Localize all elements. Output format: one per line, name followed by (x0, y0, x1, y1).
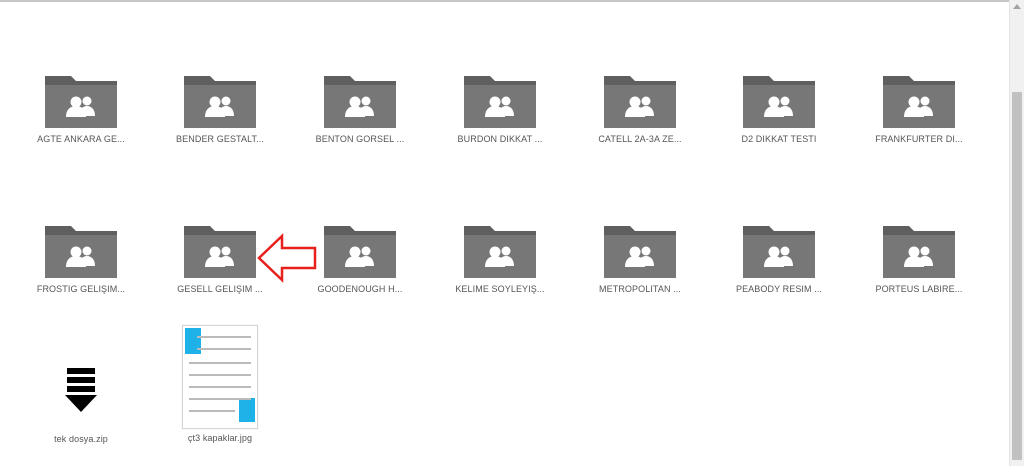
shared-folder-icon (604, 76, 676, 128)
file-grid: AGTE ANKARA GE... BENDER GESTALT... BENT… (0, 0, 1010, 466)
folder-item[interactable]: PEABODY RESIM ... (709, 224, 849, 294)
folder-label: AGTE ANKARA GE... (37, 134, 125, 144)
shared-folder-icon (883, 76, 955, 128)
folder-item[interactable]: BENDER GESTALT... (150, 74, 290, 144)
folder-label: D2 DIKKAT TESTI (741, 134, 817, 144)
image-thumbnail (182, 325, 258, 429)
vertical-scrollbar[interactable] (1009, 0, 1024, 466)
shared-folder-icon (45, 226, 117, 278)
folder-label: BENTON GORSEL ... (315, 134, 405, 144)
shared-folder-icon (883, 226, 955, 278)
shared-folder-icon (45, 76, 117, 128)
zip-download-icon (65, 368, 97, 412)
folder-item[interactable]: BURDON DIKKAT ... (430, 74, 570, 144)
folder-label: METROPOLITAN ... (599, 284, 681, 294)
shared-folder-icon (184, 226, 256, 278)
folder-item[interactable]: AGTE ANKARA GE... (11, 74, 151, 144)
folder-item[interactable]: FRANKFURTER DI... (849, 74, 989, 144)
folder-item[interactable]: METROPOLITAN ... (570, 224, 710, 294)
folder-label: BENDER GESTALT... (176, 134, 264, 144)
folder-label: GOODENOUGH H... (317, 284, 403, 294)
image-file-item[interactable]: çt3 kapaklar.jpg (150, 325, 290, 443)
folder-item[interactable]: D2 DIKKAT TESTI (709, 74, 849, 144)
red-annotation-arrow-icon (257, 233, 317, 283)
folder-item[interactable]: BENTON GORSEL ... (290, 74, 430, 144)
shared-folder-icon (324, 226, 396, 278)
shared-folder-icon (604, 226, 676, 278)
folder-label: GESELL GELIŞIM ... (177, 284, 263, 294)
file-label: tek dosya.zip (54, 434, 108, 444)
scroll-up-arrow-icon[interactable] (1013, 4, 1021, 9)
shared-folder-icon (743, 76, 815, 128)
folder-label: PEABODY RESIM ... (735, 284, 823, 294)
folder-item[interactable]: FROSTIG GELIŞIM... (11, 224, 151, 294)
shared-folder-icon (743, 226, 815, 278)
file-label: çt3 kapaklar.jpg (187, 433, 253, 443)
shared-folder-icon (184, 76, 256, 128)
shared-folder-icon (324, 76, 396, 128)
folder-label: FROSTIG GELIŞIM... (36, 284, 126, 294)
folder-label: CATELL 2A-3A ZE... (598, 134, 682, 144)
folder-label: FRANKFURTER DI... (875, 134, 963, 144)
zip-file-item[interactable]: tek dosya.zip (11, 362, 151, 444)
folder-label: BURDON DIKKAT ... (457, 134, 543, 144)
folder-item[interactable]: CATELL 2A-3A ZE... (570, 74, 710, 144)
folder-label: KELIME SOYLEYIŞ... (455, 284, 545, 294)
shared-folder-icon (464, 226, 536, 278)
folder-item[interactable]: PORTEUS LABIRE... (849, 224, 989, 294)
folder-label: PORTEUS LABIRE... (875, 284, 963, 294)
folder-item[interactable]: KELIME SOYLEYIŞ... (430, 224, 570, 294)
scrollbar-thumb[interactable] (1012, 92, 1022, 460)
shared-folder-icon (464, 76, 536, 128)
